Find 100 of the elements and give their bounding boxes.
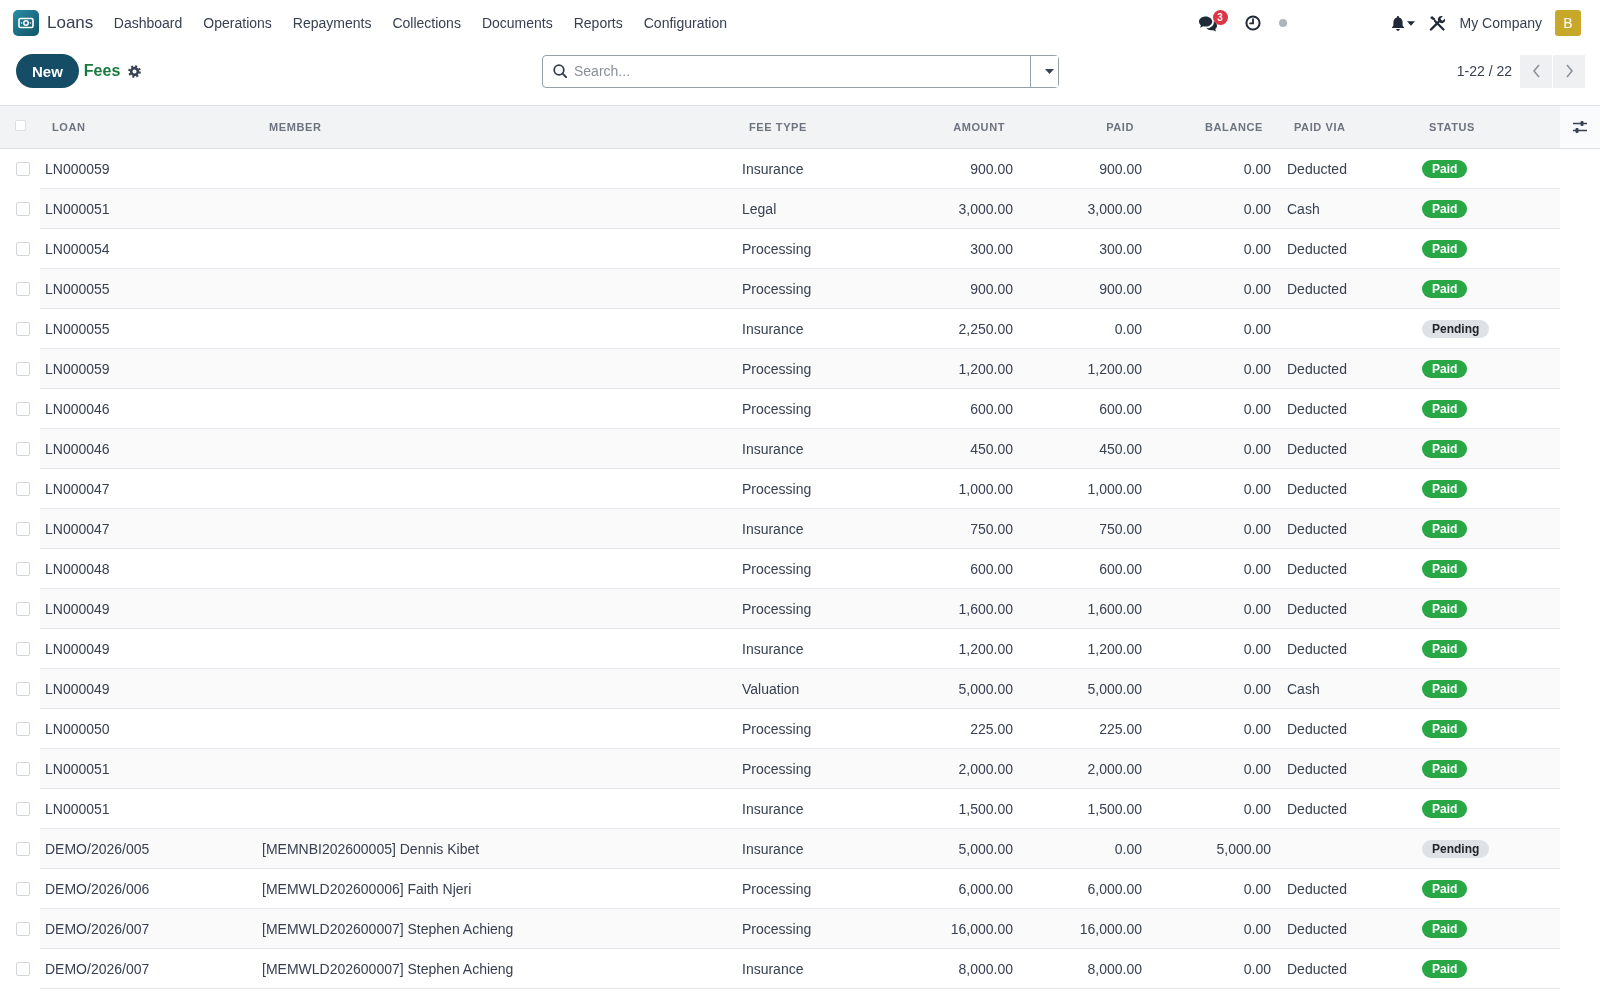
chat-icon[interactable] [1198,14,1217,32]
row-checkbox[interactable] [16,882,30,896]
caret-icon[interactable] [1406,20,1415,26]
status-badge: Paid [1422,919,1468,938]
table-cell: Legal [742,200,777,217]
table-cell: Deducted [1287,240,1347,257]
row-checkbox[interactable] [16,842,30,856]
table-cell: Processing [742,720,812,737]
column-header[interactable]: MEMBER [269,121,322,133]
table-cell: 2,250.00 [958,320,1013,337]
row-checkbox[interactable] [16,522,30,536]
status-badge: Paid [1422,599,1468,618]
row-checkbox[interactable] [16,442,30,456]
tools-icon[interactable] [1428,15,1445,31]
menu-item[interactable]: Collections [381,13,472,33]
table-cell: 450.00 [1099,440,1142,457]
status-badge: Paid [1422,439,1468,458]
table-cell: 0.00 [1243,160,1271,177]
column-header[interactable]: STATUS [1429,121,1475,133]
table-cell: Deducted [1287,280,1347,297]
table-cell: 0.00 [1243,480,1271,497]
breadcrumb-title: Fees [83,62,121,80]
table-cell: 750.00 [970,520,1013,537]
row-checkbox[interactable] [16,482,30,496]
table-cell: LN000051 [45,760,110,777]
row-checkbox[interactable] [16,322,30,336]
column-header[interactable]: LOAN [52,121,86,133]
status-badge: Paid [1422,479,1468,498]
table-cell: Deducted [1287,360,1347,377]
table-cell: 0.00 [1243,600,1271,617]
row-checkbox[interactable] [16,762,30,776]
company-switcher[interactable]: My Company [1459,15,1542,31]
table-cell: 600.00 [970,560,1013,577]
search-input[interactable]: Search... [574,56,1030,86]
status-badge: Paid [1422,359,1468,378]
table-cell: Insurance [742,800,804,817]
column-header[interactable]: BALANCE [1205,121,1263,133]
table-cell: Insurance [742,320,804,337]
table-cell: Processing [742,760,812,777]
status-badge: Paid [1422,799,1468,818]
row-checkbox[interactable] [16,802,30,816]
table-cell: 0.00 [1243,400,1271,417]
menu-item[interactable]: Documents [471,13,564,33]
search-bar[interactable]: Search... [542,54,1059,88]
row-checkbox[interactable] [16,562,30,576]
row-checkbox[interactable] [16,402,30,416]
table-cell: Insurance [742,640,804,657]
table-cell: LN000046 [45,400,110,417]
table-cell: 6,000.00 [958,880,1013,897]
sliders-icon[interactable] [1572,119,1588,135]
menu-item[interactable]: Repayments [282,13,382,33]
menu-item[interactable]: Configuration [633,13,738,33]
row-checkbox[interactable] [16,682,30,696]
next-page-button[interactable] [1553,54,1585,88]
row-checkbox[interactable] [16,922,30,936]
menu-item[interactable]: Reports [563,13,634,33]
table-cell: Insurance [742,960,804,977]
row-checkbox[interactable] [16,722,30,736]
row-checkbox[interactable] [16,642,30,656]
menu-item[interactable]: Dashboard [103,13,193,33]
previous-page-button[interactable] [1520,54,1552,88]
pager-value[interactable]: 1-22 / 22 [1456,63,1512,79]
table-cell: LN000048 [45,560,110,577]
table-cell: 8,000.00 [958,960,1013,977]
table-cell: 0.00 [1243,240,1271,257]
table-cell: 0.00 [1243,800,1271,817]
search-options-button[interactable] [1030,55,1058,87]
menu-item[interactable]: Operations [192,13,283,33]
gear-icon[interactable] [128,64,142,78]
row-checkbox[interactable] [16,362,30,376]
table-cell: 0.00 [1243,560,1271,577]
table-cell: 600.00 [1099,560,1142,577]
row-checkbox[interactable] [16,202,30,216]
new-button[interactable]: New [16,54,79,88]
table-cell: 0.00 [1243,920,1271,937]
row-checkbox[interactable] [16,962,30,976]
row-checkbox[interactable] [16,162,30,176]
column-header[interactable]: PAID VIA [1294,121,1346,133]
column-header[interactable]: PAID [1106,121,1134,133]
table-cell: 5,000.00 [1216,840,1271,857]
status-badge: Paid [1422,759,1468,778]
table-cell: LN000046 [45,440,110,457]
clock-icon[interactable] [1244,15,1261,31]
table-cell: [MEMWLD202600007] Stephen Achieng [262,960,514,977]
select-all-checkbox[interactable] [15,119,26,131]
table-cell: 1,200.00 [1087,360,1142,377]
row-checkbox[interactable] [16,282,30,296]
table-cell: 1,600.00 [958,600,1013,617]
bell-icon[interactable] [1390,15,1405,31]
table-cell: 8,000.00 [1087,960,1142,977]
column-header[interactable]: AMOUNT [953,121,1005,133]
row-checkbox[interactable] [16,242,30,256]
banknote-icon[interactable] [13,10,39,36]
column-header[interactable]: FEE TYPE [749,121,807,133]
table-cell: Deducted [1287,560,1347,577]
table-cell: 1,000.00 [1087,480,1142,497]
app-name[interactable]: Loans [47,13,94,33]
row-checkbox[interactable] [16,602,30,616]
table-cell: LN000049 [45,680,110,697]
table-cell: 5,000.00 [1087,680,1142,697]
